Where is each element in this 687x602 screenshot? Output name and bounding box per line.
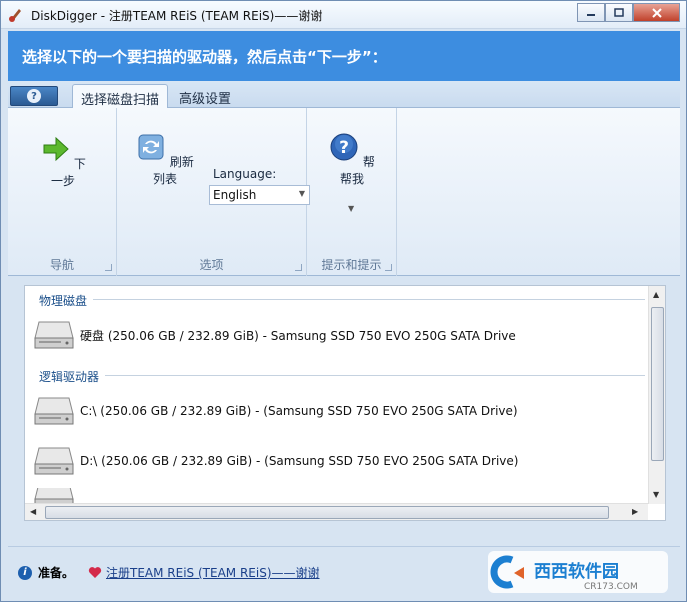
maximize-button[interactable] xyxy=(605,3,633,22)
horizontal-scrollbar[interactable]: ◀ ▶ xyxy=(25,503,648,520)
register-link-container: 注册TEAM REiS (TEAM REiS)——谢谢 xyxy=(88,564,320,581)
ribbon: 下一步 导航 刷新列表 选项 Language: English ▼ ? 帮帮我… xyxy=(8,108,680,276)
vertical-scroll-thumb[interactable] xyxy=(651,307,664,461)
info-icon: i xyxy=(18,565,32,580)
vertical-scrollbar[interactable]: ▲ ▼ xyxy=(648,286,665,504)
window-title: DiskDigger - 注册TEAM REiS (TEAM REiS)——谢谢 xyxy=(31,9,323,23)
svg-text:?: ? xyxy=(339,138,349,158)
chevron-down-icon: ▼ xyxy=(298,189,305,198)
drive-item[interactable] xyxy=(33,488,80,504)
refresh-icon xyxy=(138,134,164,160)
language-select[interactable]: English ▼ xyxy=(209,185,310,205)
drive-item[interactable]: C:\ (250.06 GB / 232.89 GiB) - (Samsung … xyxy=(33,394,518,428)
drive-label: 硬盘 (250.06 GB / 232.89 GiB) - Samsung SS… xyxy=(80,328,516,343)
title-bar[interactable]: DiskDigger - 注册TEAM REiS (TEAM REiS)——谢谢 xyxy=(1,1,686,29)
tab-bar: ? 选择磁盘扫描 高级设置 xyxy=(8,81,680,108)
instruction-header: 选择以下的一个要扫描的驱动器，然后点击“下一步”： xyxy=(8,31,680,81)
minimize-button[interactable] xyxy=(577,3,605,22)
next-arrow-icon xyxy=(43,136,69,162)
language-label: Language: xyxy=(213,167,277,181)
dialog-launcher-icon[interactable] xyxy=(105,264,112,271)
instruction-text: 选择以下的一个要扫描的驱动器，然后点击“下一步”： xyxy=(22,48,387,66)
ribbon-group-navigation: 下一步 导航 xyxy=(8,108,117,276)
help-tab-button[interactable]: ? xyxy=(10,86,58,106)
tab-advanced-settings[interactable]: 高级设置 xyxy=(171,84,239,108)
drive-list[interactable]: 物理磁盘 硬盘 (250.06 GB / 232.89 GiB) - Samsu… xyxy=(24,285,666,521)
dialog-launcher-icon[interactable] xyxy=(385,264,392,271)
hard-drive-icon xyxy=(34,397,74,425)
language-value: English xyxy=(213,188,257,202)
section-divider xyxy=(105,375,645,376)
ribbon-group-tips: ? 帮帮我 提示和提示 xyxy=(307,108,397,276)
scroll-right-icon[interactable]: ▶ xyxy=(632,507,638,516)
refresh-list-button[interactable]: 刷新列表 xyxy=(135,132,195,187)
drive-label: C:\ (250.06 GB / 232.89 GiB) - (Samsung … xyxy=(80,404,518,418)
drive-item[interactable]: 硬盘 (250.06 GB / 232.89 GiB) - Samsung SS… xyxy=(33,318,516,352)
minimize-icon xyxy=(587,13,595,16)
heart-icon xyxy=(88,567,102,578)
dialog-launcher-icon[interactable] xyxy=(295,264,302,271)
close-icon xyxy=(651,7,662,18)
app-icon xyxy=(9,9,21,22)
chevron-down-icon[interactable]: ▼ xyxy=(348,204,354,213)
hard-drive-icon xyxy=(34,488,74,504)
section-divider xyxy=(93,299,645,300)
hard-drive-icon xyxy=(34,447,74,475)
help-icon: ? xyxy=(330,133,358,161)
maximize-icon xyxy=(614,8,624,17)
scroll-down-icon[interactable]: ▼ xyxy=(653,490,659,499)
tab-select-disk[interactable]: 选择磁盘扫描 xyxy=(72,84,169,108)
group-label-options: 选项 xyxy=(199,258,224,272)
help-icon: ? xyxy=(27,89,41,103)
group-label-tips: 提示和提示 xyxy=(321,258,382,272)
section-physical-disks: 物理磁盘 xyxy=(39,294,88,308)
app-window: DiskDigger - 注册TEAM REiS (TEAM REiS)——谢谢… xyxy=(0,0,687,602)
section-logical-drives: 逻辑驱动器 xyxy=(39,370,100,384)
help-me-button[interactable]: ? 帮帮我 xyxy=(327,132,377,187)
scroll-left-icon[interactable]: ◀ xyxy=(30,507,36,516)
watermark-text: 西西软件园 xyxy=(534,561,619,582)
register-link[interactable]: 注册TEAM REiS (TEAM REiS)——谢谢 xyxy=(106,564,320,581)
group-label-navigation: 导航 xyxy=(49,258,74,272)
window-controls xyxy=(577,3,680,22)
scroll-up-icon[interactable]: ▲ xyxy=(653,290,659,299)
drive-item[interactable]: D:\ (250.06 GB / 232.89 GiB) - (Samsung … xyxy=(33,444,518,478)
drive-label: D:\ (250.06 GB / 232.89 GiB) - (Samsung … xyxy=(80,454,519,468)
status-info: i 准备。 xyxy=(18,564,74,581)
next-button[interactable]: 下一步 xyxy=(38,134,88,189)
watermark-logo: 西西软件园 CR173.COM xyxy=(488,551,668,593)
watermark-sub: CR173.COM xyxy=(584,582,638,592)
status-text: 准备。 xyxy=(38,566,75,580)
horizontal-scroll-thumb[interactable] xyxy=(45,506,609,519)
hard-drive-icon xyxy=(34,321,74,349)
close-button[interactable] xyxy=(633,3,680,22)
